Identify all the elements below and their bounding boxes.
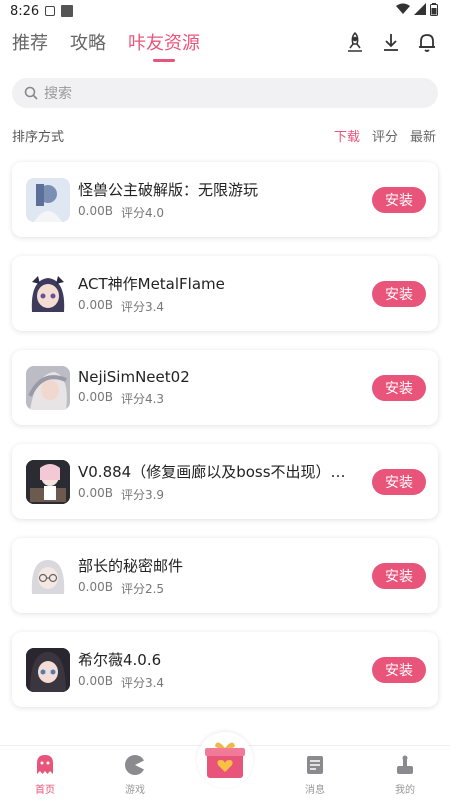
rocket-icon[interactable] [344, 31, 366, 53]
app-card[interactable]: V0.884（修复画廊以及boss不出现）萨… 0.00B 评分3.9 安装 [12, 444, 438, 519]
app-thumbnail [26, 177, 70, 222]
search-icon [24, 86, 38, 100]
bottom-nav-label: 游戏 [125, 785, 145, 796]
sort-option-rating[interactable]: 评分 [372, 126, 398, 145]
app-list: 怪兽公主破解版：无限游玩 0.00B 评分4.0 安装 ACT神作MetalFla… [0, 162, 450, 707]
app-card[interactable]: 部长的秘密邮件 0.00B 评分2.5 安装 [12, 538, 438, 613]
gift-icon [197, 732, 253, 788]
app-title: NejiSimNeet02 [78, 368, 190, 386]
wifi-icon [396, 3, 410, 19]
app-size: 0.00B [78, 579, 113, 594]
install-button[interactable]: 安装 [372, 280, 426, 307]
ghost-icon [35, 754, 55, 779]
app-rating: 评分3.4 [120, 299, 165, 314]
battery-icon [430, 2, 438, 20]
app-title: ACT神作MetalFlame [78, 274, 225, 293]
app-card[interactable]: 怪兽公主破解版：无限游玩 0.00B 评分4.0 安装 [12, 162, 438, 237]
app-title: 部长的秘密邮件 [78, 556, 184, 575]
download-icon[interactable] [380, 31, 402, 53]
notification-icon-2 [61, 5, 74, 17]
app-size: 0.00B [78, 673, 113, 688]
gamepad-icon [124, 754, 146, 779]
app-card[interactable]: ACT神作MetalFlame 0.00B 评分3.4 安装 [12, 256, 438, 331]
bottom-nav-messages[interactable]: 消息 [270, 754, 360, 796]
app-thumbnail [26, 647, 70, 692]
sort-option-downloads[interactable]: 下载 [334, 126, 360, 145]
app-title: V0.884（修复画廊以及boss不出现）萨… [78, 462, 358, 481]
sort-bar: 排序方式 下载 评分 最新 [0, 124, 450, 146]
tab-resources[interactable]: 咔友资源 [128, 29, 200, 55]
bottom-nav-label: 我的 [395, 785, 415, 796]
bottom-nav-label: 首页 [35, 785, 55, 796]
app-rating: 评分4.3 [120, 392, 165, 406]
install-button[interactable]: 安装 [372, 468, 426, 495]
notification-icon [45, 6, 56, 16]
status-bar: 8:26 [0, 0, 450, 22]
install-button[interactable]: 安装 [372, 562, 426, 589]
app-thumbnail [26, 365, 70, 410]
app-title: 希尔薇4.0.6 [78, 650, 162, 669]
bottom-nav-profile[interactable]: 我的 [360, 754, 450, 796]
top-nav: 推荐 攻略 咔友资源 [0, 22, 450, 62]
message-icon [305, 754, 325, 779]
app-size: 0.00B [78, 485, 113, 500]
user-icon [395, 754, 415, 779]
install-button[interactable]: 安装 [372, 656, 426, 683]
app-size: 0.00B [78, 297, 113, 312]
status-time: 8:26 [10, 3, 40, 19]
app-rating: 评分4.0 [120, 205, 165, 220]
app-title: 怪兽公主破解版：无限游玩 [78, 180, 259, 199]
bell-icon[interactable] [416, 31, 438, 53]
search-placeholder: 搜索 [44, 86, 72, 102]
app-rating: 评分3.4 [120, 675, 165, 690]
app-card[interactable]: NejiSimNeet02 0.00B 评分4.3 安装 [12, 350, 438, 425]
app-rating: 评分3.9 [120, 487, 165, 502]
app-thumbnail [26, 459, 70, 504]
install-button[interactable]: 安装 [372, 374, 426, 401]
app-size: 0.00B [78, 390, 113, 404]
bottom-nav-label: 消息 [305, 785, 325, 796]
install-button[interactable]: 安装 [372, 186, 426, 213]
tab-recommend[interactable]: 推荐 [12, 29, 48, 55]
signal-icon [414, 3, 426, 19]
app-rating: 评分2.5 [120, 581, 165, 596]
app-card[interactable]: 希尔薇4.0.6 0.00B 评分3.4 安装 [12, 632, 438, 707]
app-size: 0.00B [78, 203, 113, 218]
search-bar[interactable]: 搜索 [12, 78, 438, 108]
app-thumbnail [26, 271, 70, 316]
bottom-nav-gift[interactable] [180, 732, 270, 796]
sort-label: 排序方式 [12, 129, 65, 145]
bottom-nav: 首页 游戏 消息 我的 [0, 732, 450, 800]
tab-guides[interactable]: 攻略 [70, 29, 106, 55]
app-thumbnail [26, 553, 70, 598]
sort-option-newest[interactable]: 最新 [410, 126, 436, 145]
bottom-nav-home[interactable]: 首页 [0, 754, 90, 796]
bottom-nav-games[interactable]: 游戏 [90, 754, 180, 796]
